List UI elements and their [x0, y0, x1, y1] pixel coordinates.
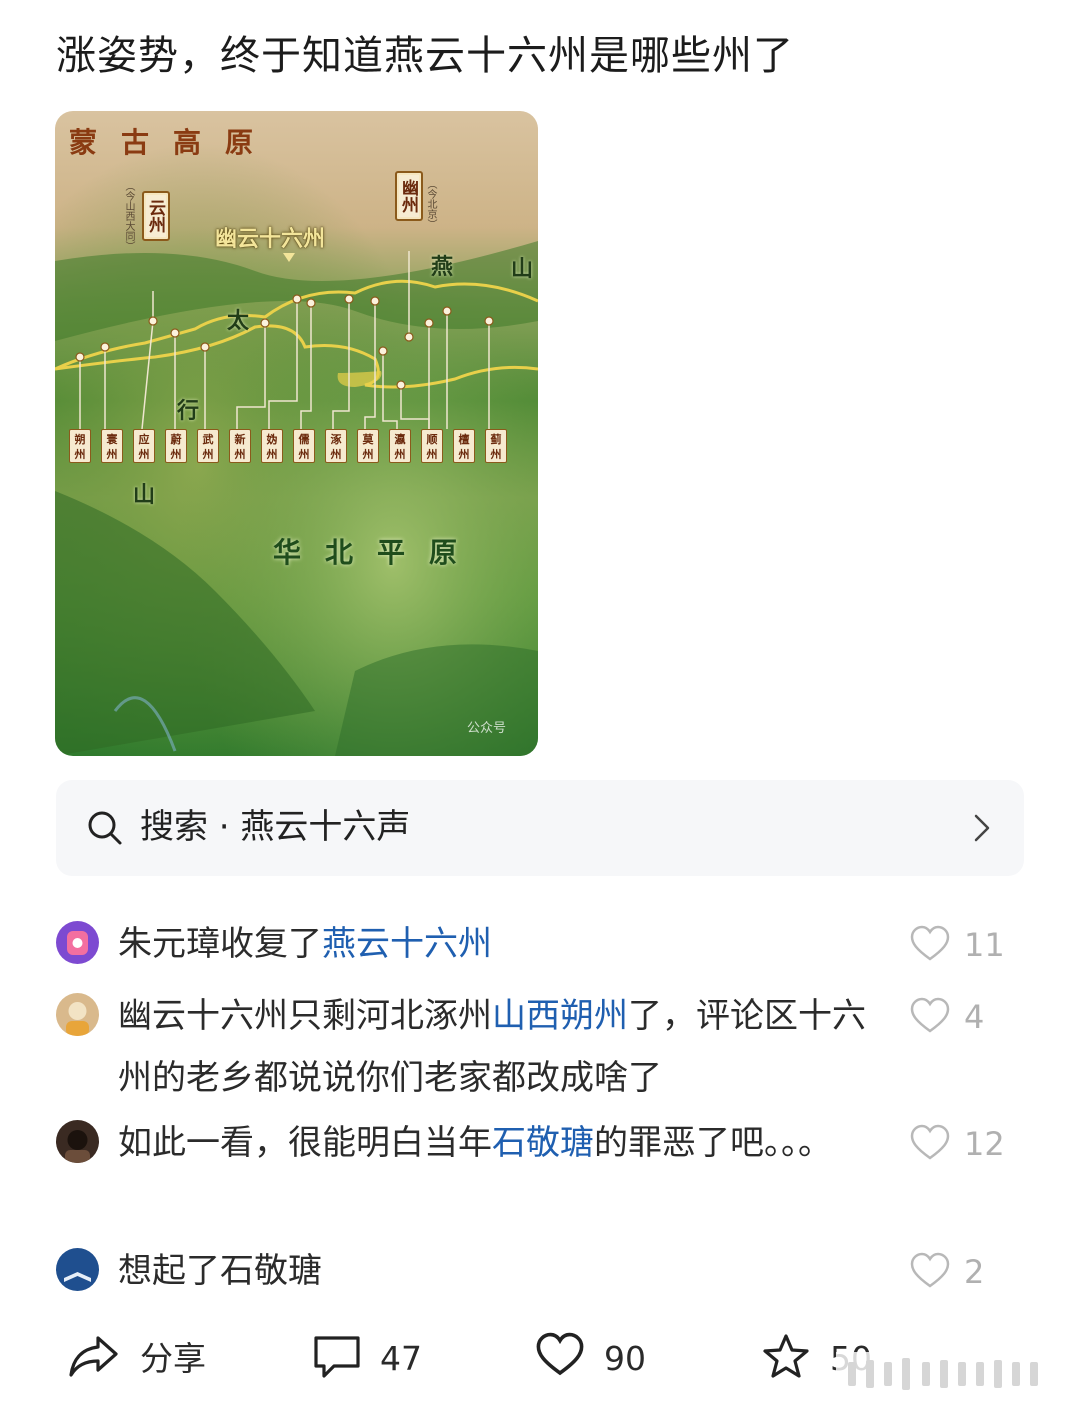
comment-text: 幽云十六州只剩河北涿州山西朔州了，评论区十六州的老乡都说说你们老家都改成啥了: [118, 996, 866, 1098]
map-mountain-char: 燕: [431, 254, 454, 280]
map-mountain-char: 山: [511, 256, 534, 282]
prefecture-label: 应州: [133, 429, 155, 463]
avatar[interactable]: [56, 1120, 99, 1163]
image-watermark: 公众号: [466, 721, 506, 736]
map-label-mongolian-plateau: 蒙古高原: [69, 126, 278, 159]
comment-like-count: 2: [964, 1253, 985, 1291]
prefecture-label-row: 朔州 寰州 应州 蔚州 武州 新州 妫州 儒州 涿州 莫州 瀛州 顺州 檀州 蓟…: [69, 429, 529, 463]
comment-topic-link[interactable]: 山西朔州: [492, 996, 628, 1036]
comment-text: 如此一看，很能明白当年石敬瑭的罪恶了吧。。。: [118, 1123, 832, 1163]
comment-count: 47: [380, 1339, 422, 1378]
comment-text: 朱元璋收复了燕云十六州: [118, 924, 492, 964]
star-icon: [763, 1334, 809, 1378]
map-mountain-char: 太: [227, 308, 250, 334]
comment-item[interactable]: 如此一看，很能明白当年石敬瑭的罪恶了吧。。。 12: [56, 1120, 1024, 1244]
map-callout-youzhou: 幽州: [395, 171, 423, 221]
map-mountain-char: 行: [177, 398, 200, 424]
scroll-indicator: [836, 1352, 1060, 1396]
prefecture-label: 檀州: [453, 429, 475, 463]
map-heading: 幽云十六州: [215, 226, 326, 252]
comment-item[interactable]: 想起了石敬瑭 2: [56, 1248, 1024, 1310]
heart-icon: [910, 1252, 950, 1288]
avatar[interactable]: [56, 1248, 99, 1291]
heart-icon: [910, 997, 950, 1033]
comment-text: 想起了石敬瑭: [118, 1251, 322, 1291]
comment-like-count: 12: [964, 1125, 1005, 1163]
map-label-north-china-plain: 华北平原: [273, 536, 482, 569]
post-title: 涨姿势，终于知道燕云十六州是哪些州了: [56, 33, 794, 79]
like-count: 90: [604, 1339, 646, 1378]
post-image-map[interactable]: 蒙古高原 华北平原 太 行 山 燕 山 云州 （今山西大同） 幽州 （今北京） …: [55, 111, 538, 756]
heart-icon: [910, 1124, 950, 1160]
comment-like-count: 4: [964, 998, 985, 1036]
map-callout-yunzhou-note: （今山西大同）: [123, 181, 134, 251]
prefecture-label: 武州: [197, 429, 219, 463]
comment-item[interactable]: 朱元璋收复了燕云十六州 11: [56, 921, 1024, 983]
chevron-right-icon: [974, 814, 990, 842]
prefecture-label: 蓟州: [485, 429, 507, 463]
share-label: 分享: [140, 1339, 206, 1378]
prefecture-label: 寰州: [101, 429, 123, 463]
heart-icon: [536, 1332, 584, 1376]
prefecture-label: 儒州: [293, 429, 315, 463]
like-button[interactable]: 90: [536, 1320, 676, 1396]
comment-item[interactable]: 幽云十六州只剩河北涿州山西朔州了，评论区十六州的老乡都说说你们老家都改成啥了 4: [56, 993, 1024, 1117]
prefecture-label: 瀛州: [389, 429, 411, 463]
comment-topic-link[interactable]: 燕云十六州: [322, 924, 492, 964]
map-heading-arrow-icon: [283, 253, 295, 262]
comment-topic-link[interactable]: 石敬瑭: [492, 1123, 594, 1163]
related-search-bar[interactable]: 搜索 · 燕云十六声: [56, 780, 1024, 876]
map-callout-youzhou-note: （今北京）: [425, 179, 436, 229]
avatar[interactable]: [56, 921, 99, 964]
heart-icon: [910, 925, 950, 961]
search-label: 搜索 · 燕云十六声: [140, 807, 411, 847]
share-icon: [69, 1336, 118, 1377]
prefecture-label: 涿州: [325, 429, 347, 463]
avatar[interactable]: [56, 993, 99, 1036]
prefecture-label: 蔚州: [165, 429, 187, 463]
comment-like-count: 11: [964, 926, 1005, 964]
map-callout-yunzhou: 云州: [142, 191, 170, 241]
prefecture-label: 妫州: [261, 429, 283, 463]
prefecture-label: 顺州: [421, 429, 443, 463]
search-icon: [88, 811, 122, 845]
prefecture-label: 朔州: [69, 429, 91, 463]
comment-button[interactable]: 47: [312, 1320, 452, 1396]
map-mountain-char: 山: [133, 482, 156, 508]
prefecture-label: 新州: [229, 429, 251, 463]
comment-icon: [314, 1336, 360, 1378]
share-button[interactable]: 分享: [68, 1320, 228, 1396]
prefecture-label: 莫州: [357, 429, 379, 463]
